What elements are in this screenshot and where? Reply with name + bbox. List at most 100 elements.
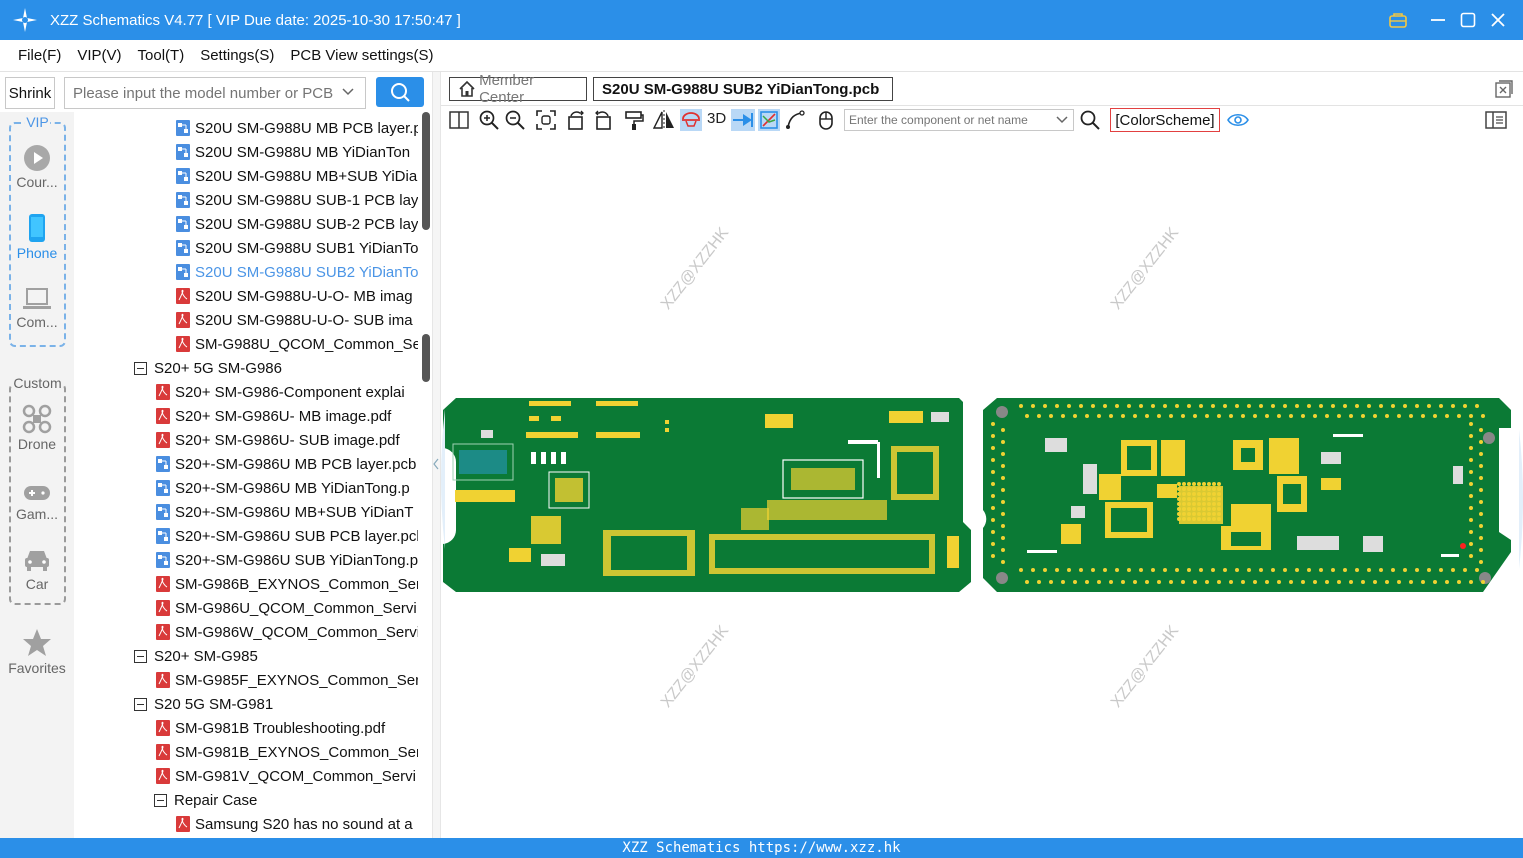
close-all-tabs-icon[interactable] [1495,80,1513,102]
pcb-canvas[interactable]: XZZ@XZZHK XZZ@XZZHK XZZ@XZZHK XZZ@XZZHK [441,134,1523,838]
tree-file[interactable]: S20+ SM-G986U- SUB image.pdf [156,428,400,452]
view-3d-button[interactable]: 3D [707,110,726,127]
tree-file[interactable]: S20U SM-G988U SUB1 YiDianTo [176,236,418,260]
panel-splitter[interactable] [432,72,441,838]
split-view-icon[interactable] [448,109,470,131]
pcb-board-right[interactable] [983,398,1511,592]
tree-file[interactable]: SM-G986B_EXYNOS_Common_Serv [156,572,418,596]
tree-scrollbar[interactable] [418,112,432,838]
draw-line-icon[interactable] [784,109,806,131]
vip-icon[interactable] [1383,5,1413,35]
tree-file[interactable]: S20U SM-G988U MB+SUB YiDia [176,164,417,188]
tree-folder[interactable]: S20 5G SM-G981 [134,692,273,716]
nav-item-game[interactable]: Gam... [0,482,74,522]
tree-scroll-thumb[interactable] [422,334,430,382]
model-search-input[interactable] [64,77,366,109]
file-tree: S20U SM-G988U MB PCB layer.p S20U SM-G988… [74,112,418,838]
tree-scroll-thumb[interactable] [422,112,430,230]
via-dot [1253,414,1257,418]
tree-folder[interactable]: Repair Case [154,788,257,812]
tree-file[interactable]: S20+-SM-G986U SUB YiDianTong.p [156,548,418,572]
via-dot [1001,512,1005,516]
tree-file[interactable]: S20U SM-G988U-U-O- SUB ima [176,308,413,332]
mirror-icon[interactable] [653,109,675,131]
tree-file[interactable]: SM-G981V_QCOM_Common_Servi [156,764,416,788]
tree-file[interactable]: S20+ SM-G986-Component explai [156,380,405,404]
rotate-left-icon[interactable] [565,109,587,131]
via-dot [1289,414,1293,418]
tree-file[interactable]: SM-G981B Troubleshooting.pdf [156,716,385,740]
tree-folder[interactable]: S20+ SM-G985 [134,644,258,668]
tree-file[interactable]: S20U SM-G988U MB PCB layer.p [176,116,418,140]
zoom-out-icon[interactable] [504,109,526,131]
tree-file[interactable]: S20+ SM-G986U- MB image.pdf [156,404,391,428]
chevron-left-icon[interactable] [433,458,440,470]
menu-tool[interactable]: Tool(T) [138,47,185,64]
color-scheme-button[interactable]: [ColorScheme] [1110,108,1220,132]
nav-item-car[interactable]: Car [0,546,74,592]
close-icon[interactable] [1483,5,1513,35]
zoom-in-icon[interactable] [478,109,500,131]
minimize-icon[interactable] [1423,5,1453,35]
collapse-toggle-icon[interactable] [134,649,147,663]
via-dot [1212,492,1216,496]
diagonal-view-icon[interactable] [758,109,780,131]
tab-active-pcb[interactable]: S20U SM-G988U SUB2 YiDianTong.pcb [593,77,893,101]
collapse-toggle-icon[interactable] [154,793,167,807]
tree-file[interactable]: SM-G988U_QCOM_Common_Se [176,332,418,356]
pcb-board-left[interactable] [443,398,971,592]
mouse-icon[interactable] [815,109,837,131]
tab-member-center[interactable]: Member Center [449,72,587,106]
chevron-down-icon[interactable] [340,84,356,100]
via-dot [1202,512,1206,516]
arrow-direction-icon[interactable] [731,109,755,131]
tree-file[interactable]: S20U SM-G988U SUB-2 PCB laye [176,212,418,236]
tree-file[interactable]: S20+-SM-G986U MB PCB layer.pcb [156,452,416,476]
via-dot [1187,512,1191,516]
component-search-input[interactable] [844,109,1074,131]
canvas-left-edge-handle[interactable] [441,409,447,549]
tree-item-label: SM-G986U_QCOM_Common_Servi [175,599,417,617]
tree-item-label: S20+-SM-G986U MB+SUB YiDianT [175,503,414,521]
tree-file[interactable]: SM-G981B_EXYNOS_Common_Serv [156,740,418,764]
side-panel-icon[interactable] [1484,109,1508,131]
eye-icon[interactable] [1227,109,1249,131]
nav-item-courses[interactable]: Cour... [0,144,74,190]
tree-file[interactable]: SM-G986U_QCOM_Common_Servi [156,596,417,620]
paint-brush-icon[interactable] [623,109,645,131]
tree-file[interactable]: SM-G986W_QCOM_Common_Servi [156,620,418,644]
tree-file[interactable]: S20U SM-G988U SUB2 YiDianTo [176,260,418,284]
via-dot [1479,548,1483,552]
via-dot [1391,568,1395,572]
maximize-icon[interactable] [1453,5,1483,35]
tree-file[interactable]: Samsung S20 has no sound at a [176,812,413,836]
canvas-right-edge-handle[interactable] [1517,429,1523,569]
nav-item-favorites[interactable]: Favorites [0,628,74,676]
search-button[interactable] [376,77,424,107]
fit-view-icon[interactable] [535,109,557,131]
nav-item-computer[interactable]: Com... [0,286,74,330]
rotate-right-icon[interactable] [592,109,614,131]
shrink-button[interactable]: Shrink [5,77,55,109]
menu-pcb-view-settings[interactable]: PCB View settings(S) [290,47,433,64]
tree-file[interactable]: S20U SM-G988U SUB-1 PCB laye [176,188,418,212]
menu-file[interactable]: File(F) [18,47,61,64]
tree-file[interactable]: S20U SM-G988U MB YiDianTon [176,140,410,164]
highlight-net-icon[interactable] [680,109,702,131]
tree-file[interactable]: S20+-SM-G986U MB+SUB YiDianT [156,500,413,524]
collapse-toggle-icon[interactable] [134,697,147,711]
menu-settings[interactable]: Settings(S) [200,47,274,64]
via-dot [1187,497,1191,501]
component-search-icon[interactable] [1079,109,1101,131]
menu-vip[interactable]: VIP(V) [77,47,121,64]
tree-file[interactable]: S20+-SM-G986U SUB PCB layer.pcl [156,524,418,548]
collapse-toggle-icon[interactable] [134,361,147,375]
chevron-down-icon[interactable] [1051,109,1073,131]
nav-item-drone[interactable]: Drone [0,404,74,452]
tree-file[interactable]: S20U SM-G988U-U-O- MB imag [176,284,413,308]
tree-folder[interactable]: S20+ 5G SM-G986 [134,356,282,380]
tree-file[interactable]: SM-G985F_EXYNOS_Common_Serv [156,668,418,692]
title-bar: XZZ Schematics V4.77 [ VIP Due date: 202… [0,0,1523,40]
tree-file[interactable]: S20+-SM-G986U MB YiDianTong.p [156,476,410,500]
nav-item-phone[interactable]: Phone [0,213,74,261]
